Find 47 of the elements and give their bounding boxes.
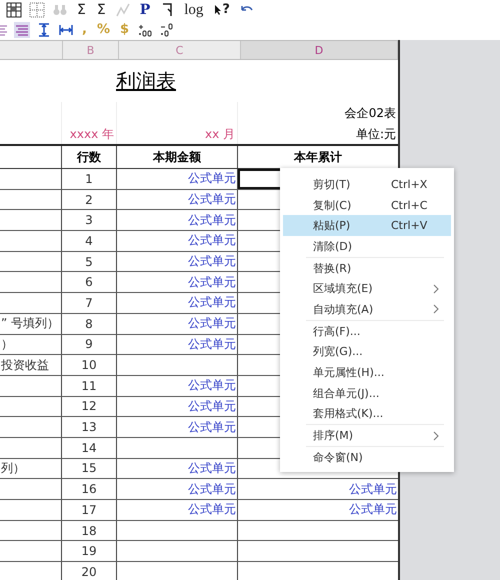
- table-cell: 1: [85, 172, 93, 186]
- table-cell: ）: [1, 336, 13, 353]
- table-cell: 公式单元: [188, 253, 236, 270]
- table-cell: 公式单元: [188, 294, 236, 312]
- table-cell: 公式单元: [188, 501, 236, 518]
- table-cell: 列）: [1, 460, 25, 477]
- table-header: 本年累计: [292, 148, 343, 166]
- table-cell: ” 号填列）: [1, 315, 60, 332]
- table-cell: 16: [81, 482, 97, 496]
- form-code: 会企02表: [344, 104, 396, 122]
- table-cell: 公式单元: [188, 418, 236, 436]
- table-cell: 5: [85, 254, 93, 269]
- table-cell: 公式单元: [188, 480, 236, 498]
- table-cell: 公式单元: [188, 315, 236, 332]
- table-cell: 2: [85, 192, 93, 207]
- table-cell: 公式单元: [188, 274, 236, 291]
- table-cell: 公式单元: [188, 212, 236, 229]
- month-label: xx 月: [204, 126, 235, 142]
- table-cell: 6: [85, 275, 93, 290]
- report-title: 利润表: [116, 68, 176, 94]
- table-cell: 7: [85, 296, 93, 310]
- table-cell: 15: [81, 461, 97, 476]
- table-cell: 公式单元: [188, 377, 236, 394]
- table-header: 本期金额: [117, 146, 238, 168]
- table-header: 行数: [62, 146, 117, 168]
- table-cell: 3: [85, 213, 93, 228]
- table-cell: 14: [81, 440, 97, 455]
- table-cell: 公式单元: [188, 460, 236, 477]
- year-label: xxxx 年: [70, 126, 114, 142]
- table-cell: 投资收益: [1, 356, 49, 374]
- table-cell: 13: [81, 420, 97, 434]
- table-cell: 公式单元: [188, 336, 236, 353]
- unit-label: 单位:元: [356, 126, 396, 142]
- table-cell: 9: [85, 337, 93, 352]
- table-cell: 公式单元: [188, 398, 236, 415]
- table-cell: 20: [81, 564, 97, 579]
- table-cell: 10: [81, 358, 97, 372]
- table-cell: 8: [85, 316, 93, 331]
- table-cell: 公式单元: [188, 232, 236, 250]
- table-cell: 公式单元: [188, 170, 236, 188]
- table-cell: 12: [81, 399, 97, 414]
- table-cell: 4: [85, 234, 93, 248]
- table-cell: 11: [81, 378, 97, 393]
- table-cell: 19: [81, 544, 97, 558]
- table-cell: 17: [81, 502, 97, 517]
- table-cell: 18: [81, 524, 97, 538]
- table-cell: 公式单元: [188, 191, 236, 208]
